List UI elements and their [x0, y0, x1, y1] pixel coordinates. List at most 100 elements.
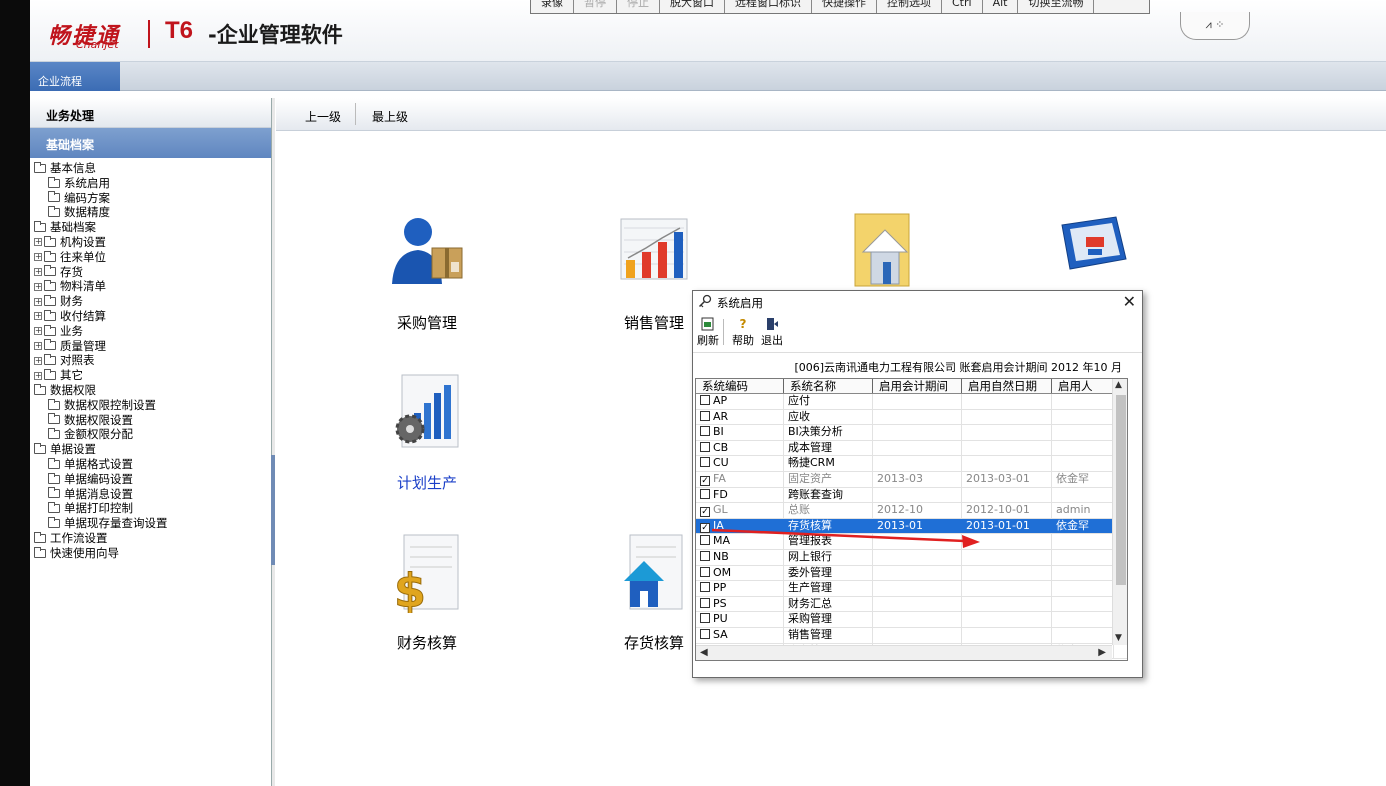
scroll-down-icon[interactable]: ▼	[1115, 633, 1122, 643]
help-button[interactable]: ? 帮助	[732, 317, 754, 348]
tree-item[interactable]: + 机构设置	[34, 235, 271, 250]
planning-icon[interactable]	[394, 373, 462, 449]
remote-toolbar-item[interactable]: 切换至流畅	[1018, 0, 1095, 13]
expand-icon[interactable]: +	[34, 356, 42, 365]
grid-row[interactable]: CU 畅捷CRM	[696, 456, 1127, 472]
expand-icon[interactable]: +	[34, 371, 42, 380]
remote-toolbar-item[interactable]: Alt	[983, 0, 1019, 13]
remote-toolbar-item[interactable]: 控制选项	[877, 0, 942, 13]
tree-item[interactable]: 单据格式设置	[34, 457, 271, 472]
tree-item[interactable]: + 物料清单	[34, 279, 271, 294]
enable-checkbox[interactable]: ✓	[700, 507, 710, 518]
grid-row[interactable]: ✓ FA 固定资产 2013-03 2013-03-01 依金罕	[696, 471, 1127, 488]
tree-item[interactable]: + 往来单位	[34, 250, 271, 265]
expand-icon[interactable]: +	[34, 327, 42, 336]
sidebar-header-business[interactable]: 业务处理	[30, 98, 271, 128]
tree-item[interactable]: 数据权限控制设置	[34, 398, 271, 413]
scroll-right-icon[interactable]: ▶	[1098, 647, 1106, 658]
scroll-thumb[interactable]	[1116, 395, 1126, 585]
enable-checkbox[interactable]: ✓	[700, 475, 710, 486]
monitor-icon[interactable]	[1060, 215, 1132, 281]
tree-item[interactable]: 单据消息设置	[34, 487, 271, 502]
enable-checkbox[interactable]	[700, 426, 710, 437]
sales-icon[interactable]	[620, 218, 690, 282]
grid-row[interactable]: CB 成本管理	[696, 440, 1127, 457]
close-icon[interactable]: ✕	[1123, 292, 1136, 311]
tree-item[interactable]: 数据权限	[34, 383, 271, 398]
tree-item[interactable]: + 收付结算	[34, 309, 271, 324]
sales-label[interactable]: 销售管理	[624, 312, 684, 333]
remote-toolbar-item[interactable]: 停止	[617, 0, 660, 13]
tree-item[interactable]: 金额权限分配	[34, 427, 271, 442]
enable-checkbox[interactable]	[700, 597, 710, 608]
tree-item[interactable]: + 对照表	[34, 353, 271, 368]
inventory-accounting-icon[interactable]	[620, 533, 686, 613]
col-header-code[interactable]: 系统编码	[696, 379, 784, 393]
purchase-label[interactable]: 采购管理	[397, 312, 457, 333]
top-level-button[interactable]: 最上级	[372, 108, 408, 125]
splitter-grip[interactable]	[271, 455, 275, 565]
vertical-scrollbar[interactable]: ▲ ▼	[1112, 379, 1127, 645]
grid-row[interactable]: ✓ IA 存货核算 2013-01 2013-01-01 依金罕	[696, 518, 1127, 535]
enable-checkbox[interactable]	[700, 582, 710, 593]
expand-icon[interactable]: +	[34, 282, 42, 291]
remote-toolbar-tab[interactable]: ⩘ ⁘	[1180, 12, 1250, 40]
grid-row[interactable]: PS 财务汇总	[696, 596, 1127, 613]
expand-icon[interactable]: +	[34, 341, 42, 350]
enable-checkbox[interactable]: ✓	[700, 522, 710, 533]
scroll-up-icon[interactable]: ▲	[1115, 380, 1122, 390]
up-level-button[interactable]: 上一级	[305, 108, 341, 125]
remote-toolbar-item[interactable]: Ctrl	[942, 0, 983, 13]
grid-row[interactable]: SA 销售管理	[696, 627, 1127, 644]
grid-row[interactable]: OM 委外管理	[696, 565, 1127, 582]
expand-icon[interactable]: +	[34, 267, 42, 276]
tree-item[interactable]: 基本信息	[34, 161, 271, 176]
finance-label[interactable]: 财务核算	[397, 632, 457, 653]
planning-label[interactable]: 计划生产	[397, 472, 457, 493]
expand-icon[interactable]: +	[34, 297, 42, 306]
expand-icon[interactable]: +	[34, 312, 42, 321]
purchase-icon[interactable]	[388, 210, 468, 290]
tree-item[interactable]: 编码方案	[34, 191, 271, 206]
col-header-period[interactable]: 启用会计期间	[873, 379, 962, 393]
expand-icon[interactable]: +	[34, 253, 42, 262]
col-header-user[interactable]: 启用人	[1052, 379, 1114, 393]
house-folder-icon[interactable]	[853, 212, 913, 288]
grid-row[interactable]: MA 管理报表	[696, 534, 1127, 550]
horizontal-scrollbar[interactable]: ◀ ▶	[696, 645, 1112, 660]
tree-item[interactable]: + 财务	[34, 294, 271, 309]
tree-item[interactable]: + 业务	[34, 324, 271, 339]
tree-item[interactable]: + 质量管理	[34, 339, 271, 354]
remote-toolbar-item[interactable]: 远程窗口标识	[725, 0, 812, 13]
grid-row[interactable]: ✓ GL 总账 2012-10 2012-10-01 admin	[696, 503, 1127, 519]
enable-checkbox[interactable]	[700, 488, 710, 499]
enable-checkbox[interactable]	[700, 441, 710, 452]
col-header-date[interactable]: 启用自然日期	[962, 379, 1052, 393]
refresh-button[interactable]: 刷新	[697, 317, 719, 348]
tree-item[interactable]: 单据编码设置	[34, 472, 271, 487]
tree-item[interactable]: 系统启用	[34, 176, 271, 191]
tree-item[interactable]: + 其它	[34, 368, 271, 383]
grid-row[interactable]: NB 网上银行	[696, 549, 1127, 566]
expand-icon[interactable]: +	[34, 238, 42, 247]
enable-checkbox[interactable]	[700, 628, 710, 639]
sidebar-header-basic-archive[interactable]: 基础档案	[30, 128, 271, 158]
grid-row[interactable]: PP 生产管理	[696, 581, 1127, 597]
col-header-name[interactable]: 系统名称	[784, 379, 873, 393]
tree-item[interactable]: 单据设置	[34, 442, 271, 457]
enable-checkbox[interactable]	[700, 395, 710, 405]
grid-row[interactable]: AP 应付	[696, 394, 1127, 410]
enable-checkbox[interactable]	[700, 566, 710, 577]
enable-checkbox[interactable]	[700, 613, 710, 624]
tab-enterprise-process[interactable]: 企业流程	[30, 62, 120, 91]
grid-row[interactable]: AR 应收	[696, 409, 1127, 426]
grid-row[interactable]: BI BI决策分析	[696, 425, 1127, 441]
tree-item[interactable]: 单据现存量查询设置	[34, 516, 271, 531]
grid-row[interactable]: PU 采购管理	[696, 612, 1127, 628]
remote-toolbar-item[interactable]: 录像	[531, 0, 574, 13]
remote-toolbar-item[interactable]: 快捷操作	[812, 0, 877, 13]
tree-item[interactable]: 基础档案	[34, 220, 271, 235]
enable-checkbox[interactable]	[700, 457, 710, 468]
grid-row[interactable]: FD 跨账套查询	[696, 487, 1127, 504]
tree-item[interactable]: 工作流设置	[34, 531, 271, 546]
